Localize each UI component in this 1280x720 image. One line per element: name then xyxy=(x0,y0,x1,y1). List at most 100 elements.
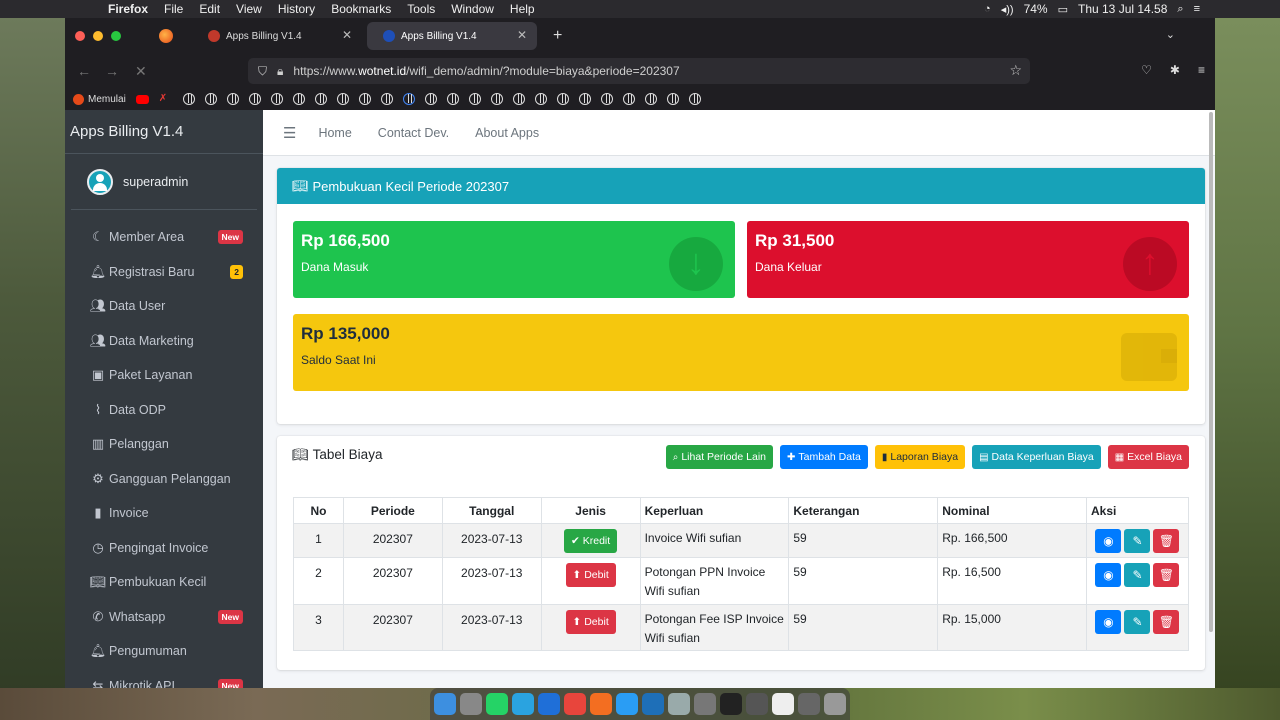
tab-apps-billing-2[interactable]: Apps Billing V1.4 ✕ xyxy=(367,22,537,50)
tab-apps-billing-1[interactable]: Apps Billing V1.4 ✕ xyxy=(192,22,362,50)
edit-pencil-icon[interactable]: ✎ xyxy=(1124,529,1151,553)
zoom-icon[interactable] xyxy=(538,693,560,715)
firefox-icon[interactable] xyxy=(590,693,612,715)
menu-file[interactable]: File xyxy=(164,2,183,16)
document-icon[interactable] xyxy=(772,693,794,715)
battery-icon[interactable]: ▭ xyxy=(1058,3,1068,16)
globe-icon[interactable] xyxy=(248,93,261,105)
downloads-icon[interactable] xyxy=(798,693,820,715)
sidebar-item-invoice[interactable]: ▮ Invoice xyxy=(65,496,263,531)
nav-home-link[interactable]: Home xyxy=(318,126,351,140)
excel-biaya-button[interactable]: ▦ Excel Biaya xyxy=(1107,445,1189,469)
globe-icon[interactable] xyxy=(446,93,459,105)
bookmark-star-icon[interactable]: ☆ xyxy=(1009,62,1022,79)
lock-icon[interactable]: 🔒︎ xyxy=(277,64,283,79)
globe-icon[interactable] xyxy=(358,93,371,105)
nav-about-link[interactable]: About Apps xyxy=(475,126,539,140)
list-tabs-chevron-icon[interactable]: ⌄ xyxy=(1166,28,1175,41)
chrome-icon[interactable] xyxy=(564,693,586,715)
preview-icon[interactable] xyxy=(668,693,690,715)
safari-icon[interactable] xyxy=(616,693,638,715)
close-window-button[interactable] xyxy=(75,31,85,41)
username[interactable]: superadmin xyxy=(123,175,188,189)
whatsapp-icon[interactable] xyxy=(486,693,508,715)
menu-tools[interactable]: Tools xyxy=(407,2,435,16)
control-center-icon[interactable]: ≡ xyxy=(1194,3,1200,15)
menu-firefox[interactable]: Firefox xyxy=(108,2,148,16)
sidebar-item-pengingat-invoice[interactable]: ◷ Pengingat Invoice xyxy=(65,531,263,566)
globe-icon[interactable] xyxy=(204,93,217,105)
sidebar-item-data-odp[interactable]: ⌇ Data ODP xyxy=(65,393,263,428)
spotlight-icon[interactable]: ⌕ xyxy=(1177,3,1183,16)
edit-pencil-icon[interactable]: ✎ xyxy=(1124,610,1151,634)
sidebar-item-pembukuan-kecil[interactable]: 📖︎ Pembukuan Kecil xyxy=(65,565,263,600)
globe-icon[interactable] xyxy=(556,93,569,105)
page-scrollbar[interactable] xyxy=(1209,112,1213,632)
brand-link[interactable]: Apps Billing V1.4 xyxy=(65,110,263,154)
globe-icon[interactable] xyxy=(490,93,503,105)
tambah-data-button[interactable]: ✚ Tambah Data xyxy=(780,445,868,469)
globe-icon[interactable] xyxy=(182,93,195,105)
menu-bookmarks[interactable]: Bookmarks xyxy=(331,2,391,16)
menu-edit[interactable]: Edit xyxy=(199,2,220,16)
globe-icon[interactable] xyxy=(314,93,327,105)
trash-icon[interactable] xyxy=(824,693,846,715)
bookmark-icon[interactable]: ✗ xyxy=(159,93,173,105)
clock[interactable]: Thu 13 Jul 14.58 xyxy=(1078,2,1167,16)
delete-trash-icon[interactable]: 🗑︎ xyxy=(1153,563,1180,587)
globe-icon[interactable] xyxy=(600,93,613,105)
lihat-periode-lain-button[interactable]: ⌕ Lihat Periode Lain xyxy=(665,445,773,469)
sidebar-item-member-area[interactable]: ☾ Member Area New xyxy=(65,220,263,255)
globe-icon[interactable] xyxy=(468,93,481,105)
delete-trash-icon[interactable]: 🗑︎ xyxy=(1153,529,1180,553)
sidebar-toggle-icon[interactable]: ☰ xyxy=(283,124,296,142)
sidebar-item-data-marketing[interactable]: 👥︎ Data Marketing xyxy=(65,324,263,359)
bookmark-memulai[interactable]: Memulai xyxy=(73,93,126,105)
hamburger-menu-icon[interactable]: ≡ xyxy=(1198,63,1205,77)
globe-icon[interactable] xyxy=(578,93,591,105)
url-text[interactable]: https://www.wotnet.id/wifi_demo/admin/?m… xyxy=(293,64,679,78)
sidebar-item-paket-layanan[interactable]: ▣ Paket Layanan xyxy=(65,358,263,393)
nav-contact-link[interactable]: Contact Dev. xyxy=(378,126,449,140)
view-eye-icon[interactable]: ◉ xyxy=(1095,529,1122,553)
user-panel[interactable]: superadmin xyxy=(71,154,257,210)
vscode-icon[interactable] xyxy=(642,693,664,715)
globe-icon[interactable] xyxy=(666,93,679,105)
sidebar-item-pengumuman[interactable]: 🔔︎ Pengumuman xyxy=(65,634,263,669)
globe-icon[interactable] xyxy=(270,93,283,105)
globe-icon[interactable] xyxy=(512,93,525,105)
sidebar-item-gangguan-pelanggan[interactable]: ⚙ Gangguan Pelanggan xyxy=(65,462,263,497)
edit-pencil-icon[interactable]: ✎ xyxy=(1124,563,1151,587)
stop-icon[interactable]: ✕ xyxy=(135,63,147,80)
telegram-icon[interactable] xyxy=(512,693,534,715)
youtube-icon[interactable] xyxy=(135,94,149,104)
menu-view[interactable]: View xyxy=(236,2,262,16)
sidebar-item-whatsapp[interactable]: ✆ Whatsapp New xyxy=(65,600,263,635)
view-eye-icon[interactable]: ◉ xyxy=(1095,563,1122,587)
globe-icon[interactable] xyxy=(380,93,393,105)
system-settings-icon[interactable] xyxy=(694,693,716,715)
globe-icon[interactable] xyxy=(336,93,349,105)
volume-icon[interactable]: ◂)) xyxy=(1001,3,1014,16)
menu-help[interactable]: Help xyxy=(510,2,535,16)
pocket-icon[interactable]: ♡ xyxy=(1141,63,1152,77)
back-icon[interactable]: ← xyxy=(77,63,91,79)
sidebar-item-registrasi-baru[interactable]: 🔔︎ Registrasi Baru 2 xyxy=(65,255,263,290)
globe-icon[interactable] xyxy=(534,93,547,105)
extensions-icon[interactable]: ✱ xyxy=(1170,63,1180,77)
globe-icon[interactable] xyxy=(226,93,239,105)
forward-icon[interactable]: → xyxy=(105,63,119,79)
sidebar-item-data-user[interactable]: 👥︎ Data User xyxy=(65,289,263,324)
new-tab-icon[interactable]: + xyxy=(553,27,562,45)
data-keperluan-biaya-button[interactable]: ▤ Data Keperluan Biaya xyxy=(972,445,1101,469)
wifi-icon[interactable]: ◔ xyxy=(984,3,991,15)
close-tab-icon[interactable]: ✕ xyxy=(342,28,352,42)
launchpad-icon[interactable] xyxy=(460,693,482,715)
globe-icon[interactable] xyxy=(424,93,437,105)
terminal-icon[interactable] xyxy=(720,693,742,715)
delete-trash-icon[interactable]: 🗑︎ xyxy=(1153,610,1180,634)
globe-icon[interactable] xyxy=(644,93,657,105)
menu-history[interactable]: History xyxy=(278,2,315,16)
sidebar-item-mikrotik-api[interactable]: ⇆ Mikrotik API New xyxy=(65,669,263,688)
sidebar-item-pelanggan[interactable]: ▥ Pelanggan xyxy=(65,427,263,462)
